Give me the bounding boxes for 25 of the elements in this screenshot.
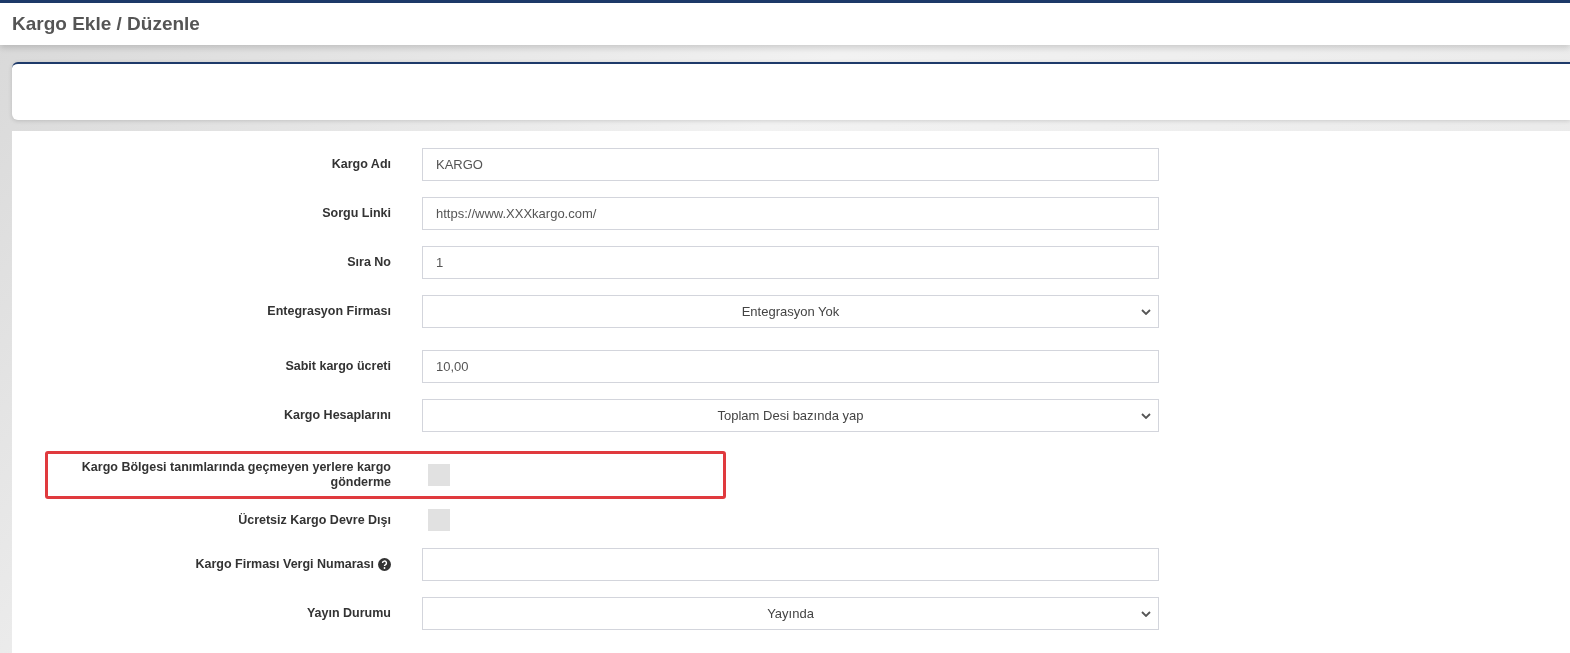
field-label: Sabit kargo ücreti: [285, 359, 391, 374]
field-label: Kargo Firması Vergi Numarası: [195, 557, 374, 572]
select-field[interactable]: Toplam Desi bazında yap: [422, 399, 1159, 432]
field-label: Kargo Adı: [331, 157, 391, 172]
text-field[interactable]: 10,00: [422, 350, 1159, 383]
checkbox[interactable]: [428, 464, 450, 486]
chevron-down-icon: [1141, 611, 1151, 617]
field-label: Kargo Hesaplarını: [284, 408, 391, 423]
field-label: Ücretsiz Kargo Devre Dışı: [238, 512, 391, 528]
field-label: Yayın Durumu: [306, 606, 391, 621]
text-field[interactable]: 1: [422, 246, 1159, 279]
select-field[interactable]: Yayında: [422, 597, 1159, 630]
checkbox[interactable]: [428, 509, 450, 531]
text-field[interactable]: [422, 548, 1159, 581]
text-field[interactable]: KARGO: [422, 148, 1159, 181]
chevron-down-icon: [1141, 309, 1151, 315]
field-label: Sıra No: [347, 255, 391, 270]
text-field[interactable]: https://www.XXXkargo.com/: [422, 197, 1159, 230]
help-icon[interactable]: [378, 558, 391, 571]
field-label: Entegrasyon Firması: [267, 304, 391, 319]
select-field[interactable]: Entegrasyon Yok: [422, 295, 1159, 328]
chevron-down-icon: [1141, 413, 1151, 419]
field-label: Kargo Bölgesi tanımlarında geçmeyen yerlere kargo gönderme: [80, 460, 391, 490]
page-title: Kargo Ekle / Düzenle: [12, 13, 200, 35]
field-label: Sorgu Linki: [322, 206, 391, 221]
